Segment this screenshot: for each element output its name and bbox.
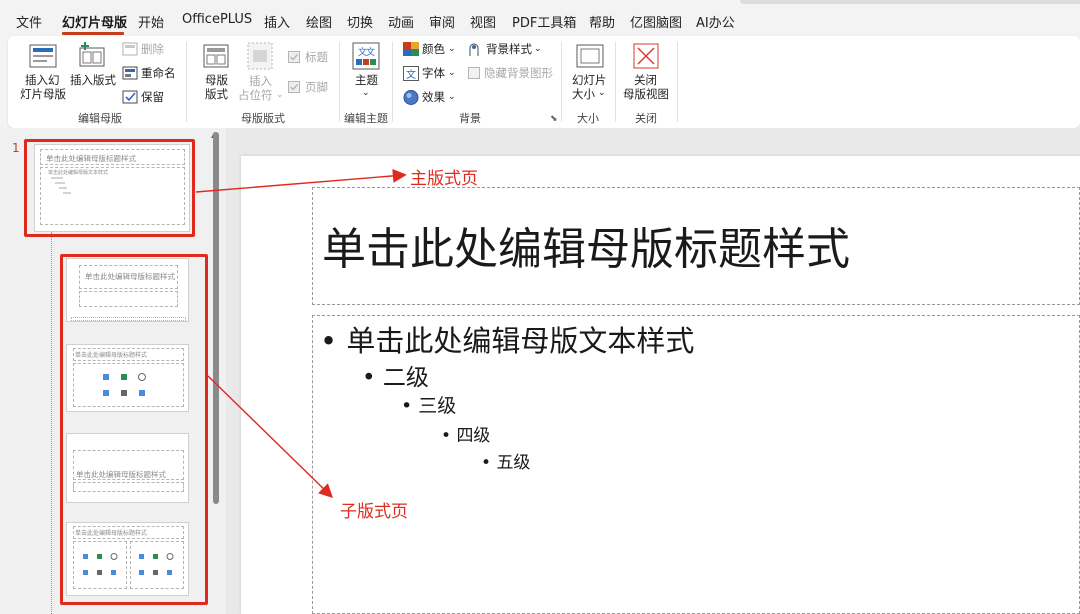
annotation-child-label: 子版式页 (340, 502, 408, 522)
arrow-to-master-label (195, 168, 407, 193)
annotation-master-label: 主版式页 (410, 169, 478, 189)
annotation-arrows (195, 168, 407, 498)
arrow-to-child-label (207, 375, 334, 498)
